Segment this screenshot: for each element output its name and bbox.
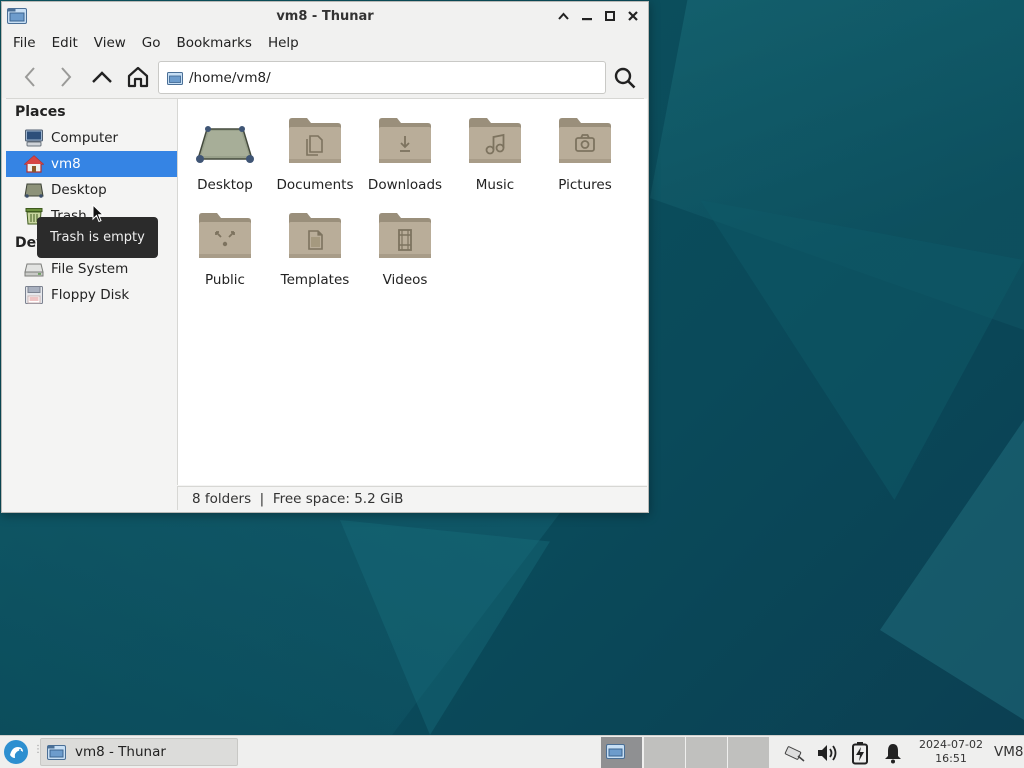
sidebar-item-desktop[interactable]: Desktop bbox=[6, 177, 177, 203]
tooltip-text: Trash is empty bbox=[50, 230, 145, 245]
taskbar-separator: ⋮ bbox=[33, 744, 43, 755]
file-manager-icon bbox=[47, 745, 66, 760]
file-item-music[interactable]: Music bbox=[450, 105, 540, 193]
home-icon bbox=[24, 155, 44, 173]
chevron-up-icon bbox=[558, 12, 569, 20]
taskbar: ⋮ vm8 - Thunar 2024-07-02 16:51 VM8 bbox=[0, 735, 1024, 768]
floppy-icon bbox=[24, 286, 44, 304]
clock[interactable]: 2024-07-02 16:51 bbox=[912, 738, 990, 766]
file-item-desktop[interactable]: Desktop bbox=[180, 105, 270, 193]
user-label[interactable]: VM8 bbox=[994, 744, 1023, 760]
location-bar[interactable]: /home/vm8/ bbox=[158, 61, 606, 94]
sidebar-item-floppy-disk[interactable]: Floppy Disk bbox=[6, 282, 177, 308]
file-label: Music bbox=[475, 177, 515, 193]
file-label: Downloads bbox=[367, 177, 443, 193]
network-icon[interactable] bbox=[783, 741, 807, 765]
videos-folder-icon bbox=[379, 213, 431, 258]
shade-button[interactable] bbox=[552, 6, 575, 26]
file-item-downloads[interactable]: Downloads bbox=[360, 105, 450, 193]
file-view[interactable]: Desktop Documents Downloads Music Pictur… bbox=[177, 99, 647, 485]
file-label: Desktop bbox=[197, 177, 253, 193]
places-heading: Places bbox=[15, 104, 66, 120]
mouse-cursor-icon bbox=[92, 204, 104, 223]
file-item-videos[interactable]: Videos bbox=[360, 200, 450, 288]
sidebar-item-label: File System bbox=[51, 261, 129, 277]
desktop-folder-icon bbox=[196, 126, 254, 163]
sidebar-item-label: Floppy Disk bbox=[51, 287, 130, 303]
menu-bookmarks[interactable]: Bookmarks bbox=[169, 31, 260, 55]
folder-location-icon bbox=[167, 71, 183, 85]
desktop-icon bbox=[24, 181, 44, 199]
menu-help[interactable]: Help bbox=[260, 31, 307, 55]
sidebar-item-label: Computer bbox=[51, 130, 119, 146]
status-text: 8 folders | Free space: 5.2 GiB bbox=[192, 490, 404, 507]
menu-edit[interactable]: Edit bbox=[44, 31, 86, 55]
file-label: Videos bbox=[382, 272, 428, 288]
maximize-button[interactable] bbox=[598, 6, 621, 26]
file-item-pictures[interactable]: Pictures bbox=[540, 105, 630, 193]
home-icon bbox=[127, 66, 149, 88]
parent-folder-button[interactable] bbox=[84, 60, 120, 94]
menu-bar: File Edit View Go Bookmarks Help bbox=[2, 30, 648, 56]
file-label: Templates bbox=[280, 272, 350, 288]
battery-icon[interactable] bbox=[848, 741, 872, 765]
location-path: /home/vm8/ bbox=[189, 69, 271, 86]
sidebar: Places Computer vm8 Desktop Trash D bbox=[6, 99, 177, 509]
chevron-up-icon bbox=[92, 71, 112, 83]
search-icon bbox=[614, 67, 636, 88]
sidebar-item-vm8[interactable]: vm8 bbox=[6, 151, 177, 177]
search-button[interactable] bbox=[608, 61, 642, 94]
file-item-documents[interactable]: Documents bbox=[270, 105, 360, 193]
file-manager-icon bbox=[7, 8, 27, 24]
workspace-4[interactable] bbox=[728, 737, 769, 768]
workspace-2[interactable] bbox=[644, 737, 685, 768]
clock-time: 16:51 bbox=[935, 752, 967, 765]
sidebar-item-label: Desktop bbox=[51, 182, 107, 198]
file-label: Pictures bbox=[558, 177, 612, 193]
chevron-left-icon bbox=[24, 67, 35, 87]
pictures-folder-icon bbox=[559, 118, 611, 163]
home-button[interactable] bbox=[120, 60, 156, 94]
minimize-icon bbox=[581, 18, 592, 21]
task-label: vm8 - Thunar bbox=[75, 744, 166, 760]
close-icon bbox=[627, 11, 638, 21]
menu-go[interactable]: Go bbox=[134, 31, 169, 55]
close-button[interactable] bbox=[621, 6, 644, 26]
whisker-menu-icon[interactable] bbox=[3, 739, 29, 765]
templates-folder-icon bbox=[289, 213, 341, 258]
clock-date: 2024-07-02 bbox=[919, 738, 983, 751]
title-bar[interactable]: vm8 - Thunar bbox=[2, 2, 648, 30]
public-folder-icon bbox=[199, 213, 251, 258]
minimize-button[interactable] bbox=[575, 6, 598, 26]
chevron-right-icon bbox=[61, 67, 72, 87]
maximize-icon bbox=[604, 11, 615, 21]
status-bar: 8 folders | Free space: 5.2 GiB bbox=[177, 486, 647, 510]
workspace-1[interactable] bbox=[601, 737, 642, 768]
menu-file[interactable]: File bbox=[5, 31, 44, 55]
back-button[interactable] bbox=[12, 60, 48, 94]
workspace-3[interactable] bbox=[686, 737, 727, 768]
file-item-templates[interactable]: Templates bbox=[270, 200, 360, 288]
sidebar-item-file-system[interactable]: File System bbox=[6, 256, 177, 282]
notification-bell-icon[interactable] bbox=[881, 741, 905, 765]
file-manager-icon bbox=[606, 744, 625, 759]
forward-button[interactable] bbox=[48, 60, 84, 94]
file-label: Documents bbox=[276, 177, 354, 193]
sidebar-item-label: vm8 bbox=[51, 156, 81, 172]
music-folder-icon bbox=[469, 118, 521, 163]
menu-view[interactable]: View bbox=[86, 31, 134, 55]
downloads-folder-icon bbox=[379, 118, 431, 163]
taskbar-task-thunar[interactable]: vm8 - Thunar bbox=[40, 738, 238, 766]
drive-icon bbox=[24, 260, 44, 278]
documents-folder-icon bbox=[289, 118, 341, 163]
file-item-public[interactable]: Public bbox=[180, 200, 270, 288]
volume-icon[interactable] bbox=[816, 741, 840, 765]
sidebar-item-computer[interactable]: Computer bbox=[6, 125, 177, 151]
computer-icon bbox=[24, 129, 44, 147]
file-label: Public bbox=[205, 272, 245, 288]
